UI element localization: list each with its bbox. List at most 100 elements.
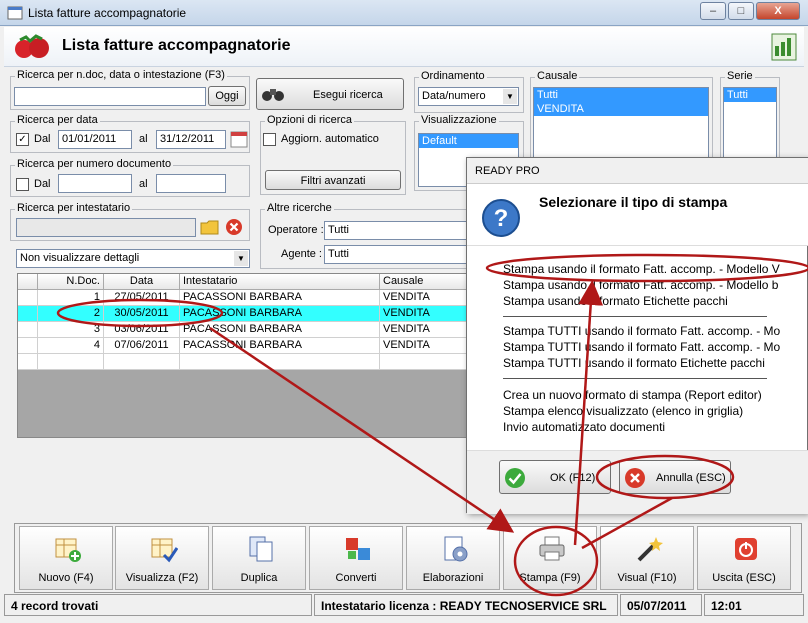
column-header[interactable]: N.Doc.	[38, 274, 104, 290]
holder-search-label: Ricerca per intestatario	[15, 202, 133, 214]
serie-item[interactable]: Tutti	[724, 88, 776, 102]
divider	[503, 316, 767, 317]
dialog-title: READY PRO	[467, 158, 808, 184]
search-ndoc-input[interactable]	[14, 87, 206, 106]
close-button[interactable]: X	[756, 2, 800, 20]
agent-select[interactable]: Tutti	[324, 245, 469, 264]
other-searches-label: Altre ricerche	[265, 202, 334, 214]
convert-label: Converti	[335, 572, 377, 584]
print-option[interactable]: Crea un nuovo formato di stampa (Report …	[503, 388, 762, 402]
search-options-label: Opzioni di ricerca	[265, 114, 354, 126]
processing-button[interactable]: Elaborazioni	[406, 526, 500, 590]
cell-holder: PACASSONI BARBARA	[180, 306, 380, 322]
app-icon	[7, 6, 23, 20]
chevron-down-icon[interactable]: ▼	[503, 89, 517, 104]
status-records: 4 record trovati	[4, 594, 312, 616]
ok-check-icon	[505, 468, 525, 488]
clear-icon[interactable]	[225, 218, 243, 236]
auto-update-checkbox[interactable]	[263, 133, 276, 146]
status-date: 05/07/2011	[620, 594, 702, 616]
advanced-filters-button[interactable]: Filtri avanzati	[265, 170, 401, 190]
number-dal-label: Dal	[34, 178, 51, 190]
cell-date: 03/06/2011	[104, 322, 180, 338]
convert-button[interactable]: Converti	[309, 526, 403, 590]
run-search-button[interactable]: Esegui ricerca	[256, 78, 404, 110]
exit-icon	[735, 538, 757, 560]
ok-button[interactable]: OK (F12)	[499, 460, 611, 494]
chevron-down-icon[interactable]: ▼	[234, 251, 248, 266]
table-row[interactable]: 1 27/05/2011 PACASSONI BARBARA VENDITA	[18, 290, 478, 306]
process-icon	[444, 536, 468, 562]
visualization-item[interactable]: Default	[419, 134, 518, 148]
details-select[interactable]: Non visualizzare dettagli ▼	[16, 249, 250, 268]
number-to-input[interactable]	[156, 174, 226, 193]
date-to-input[interactable]: 31/12/2011	[156, 130, 226, 149]
ordering-label: Ordinamento	[419, 70, 487, 82]
ordering-select[interactable]: Data/numero ▼	[418, 87, 519, 106]
serie-list[interactable]: Tutti	[723, 87, 777, 163]
details-value: Non visualizzare dettagli	[20, 252, 140, 264]
operator-select[interactable]: Tutti	[324, 221, 469, 240]
print-option[interactable]: Stampa TUTTI usando il formato Etichette…	[503, 356, 765, 370]
page-title: Lista fatture accompagnatorie	[62, 37, 291, 54]
cell-date: 27/05/2011	[104, 290, 180, 306]
visual-label: Visual (F10)	[617, 572, 677, 584]
column-header[interactable]: Intestatario	[180, 274, 380, 290]
cell-date: 07/06/2011	[104, 338, 180, 354]
print-button[interactable]: Stampa (F9)	[503, 526, 597, 590]
table-row-selected[interactable]: 2 30/05/2011 PACASSONI BARBARA VENDITA	[18, 306, 478, 322]
cell-date: 30/05/2011	[104, 306, 180, 322]
maximize-button[interactable]: □	[728, 2, 754, 20]
visual-button[interactable]: Visual (F10)	[600, 526, 694, 590]
cancel-button[interactable]: Annulla (ESC)	[619, 460, 731, 494]
calendar-icon[interactable]	[230, 130, 248, 148]
ordering-value: Data/numero	[422, 90, 486, 102]
number-al-label: al	[139, 178, 148, 190]
table-row[interactable]: 3 03/06/2011 PACASSONI BARBARA VENDITA	[18, 322, 478, 338]
cell-ndoc: 1	[38, 290, 104, 306]
print-option[interactable]: Stampa usando il formato Etichette pacch…	[503, 294, 728, 308]
duplicate-button[interactable]: Duplica	[212, 526, 306, 590]
row-indicator	[18, 306, 38, 322]
duplicate-label: Duplica	[240, 572, 278, 584]
today-button[interactable]: Oggi	[208, 86, 246, 106]
view-button[interactable]: Visualizza (F2)	[115, 526, 209, 590]
date-from-input[interactable]: 01/01/2011	[58, 130, 132, 149]
cell-holder: PACASSONI BARBARA	[180, 290, 380, 306]
number-search-label: Ricerca per numero documento	[15, 158, 174, 170]
minimize-button[interactable]: –	[700, 2, 726, 20]
strawberry-icon	[15, 34, 49, 58]
print-option[interactable]: Stampa usando il formato Fatt. accomp. -…	[503, 278, 778, 292]
print-option[interactable]: Invio automatizzato documenti	[503, 420, 665, 434]
print-option[interactable]: Stampa usando il formato Fatt. accomp. -…	[503, 262, 780, 276]
exit-label: Uscita (ESC)	[712, 572, 776, 584]
title-bar: Lista fatture accompagnatorie – □ X	[0, 0, 808, 26]
causale-label: Causale	[535, 70, 580, 82]
row-indicator	[18, 338, 38, 354]
column-header[interactable]: Causale	[380, 274, 478, 290]
print-option[interactable]: Stampa TUTTI usando il formato Fatt. acc…	[503, 340, 780, 354]
binoculars-icon	[262, 89, 284, 101]
holder-search-input[interactable]	[16, 218, 196, 237]
date-dal-checkbox[interactable]: ✓	[16, 133, 29, 146]
status-bar: 4 record trovati Intestatario licenza : …	[4, 594, 804, 616]
number-dal-checkbox[interactable]	[16, 178, 29, 191]
causale-item[interactable]: VENDITA	[534, 102, 708, 116]
exit-button[interactable]: Uscita (ESC)	[697, 526, 791, 590]
cell-holder: PACASSONI BARBARA	[180, 338, 380, 354]
print-option[interactable]: Stampa TUTTI usando il formato Fatt. acc…	[503, 324, 780, 338]
table-row[interactable]: 4 07/06/2011 PACASSONI BARBARA VENDITA	[18, 338, 478, 354]
print-option[interactable]: Stampa elenco visualizzato (elenco in gr…	[503, 404, 743, 418]
status-time: 12:01	[704, 594, 804, 616]
dialog-question: Selezionare il tipo di stampa	[539, 194, 728, 210]
documents-table[interactable]: N.Doc. Data Intestatario Causale 1 27/05…	[17, 273, 478, 438]
date-al-label: al	[139, 133, 148, 145]
cell-causale: VENDITA	[380, 306, 478, 322]
causale-item[interactable]: Tutti	[534, 88, 708, 102]
status-license: Intestatario licenza : READY TECNOSERVIC…	[314, 594, 618, 616]
visualization-label: Visualizzazione	[419, 114, 499, 126]
column-header[interactable]: Data	[104, 274, 180, 290]
folder-icon[interactable]	[200, 218, 220, 236]
number-from-input[interactable]	[58, 174, 132, 193]
new-button[interactable]: Nuovo (F4)	[19, 526, 113, 590]
